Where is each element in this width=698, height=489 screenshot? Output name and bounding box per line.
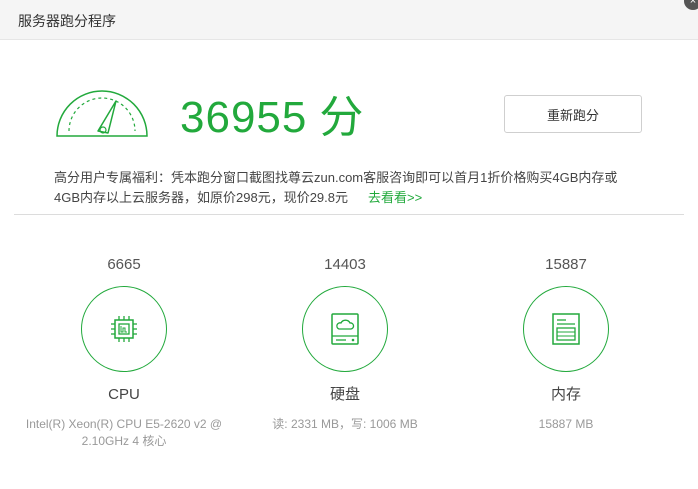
promo-line-2-text: 4GB内存以上云服务器，如原价298元，现价29.8元 bbox=[54, 190, 349, 205]
total-score-unit: 分 bbox=[319, 93, 365, 142]
total-score-value: 36955 bbox=[180, 93, 308, 142]
promo-line-1: 高分用户专属福利：凭本跑分窗口截图找尊云zun.com客服咨询即可以首月1折价格… bbox=[54, 170, 618, 185]
title-bar: 服务器跑分程序 × bbox=[0, 0, 698, 40]
metric-name: 内存 bbox=[550, 386, 581, 403]
divider bbox=[14, 214, 684, 215]
cpu-icon bbox=[111, 316, 137, 342]
promo-line-2: 4GB内存以上云服务器，如原价298元，现价29.8元 去看看>> bbox=[54, 188, 674, 208]
total-score: 36955 分 bbox=[180, 92, 364, 144]
metric-icon-circle bbox=[302, 286, 388, 372]
metric-detail: 读: 2331 MB，写: 1006 MB bbox=[272, 417, 418, 431]
metric-cpu: 6665 CPU Intel(R) Xeon(R) CPU E5-2620 v2… bbox=[24, 254, 224, 450]
close-button[interactable]: × bbox=[684, 0, 698, 10]
metric-icon-circle bbox=[81, 286, 167, 372]
metric-name: 硬盘 bbox=[329, 386, 360, 403]
window-title: 服务器跑分程序 bbox=[18, 13, 116, 29]
metric-name: CPU bbox=[108, 386, 140, 403]
memory-icon bbox=[552, 313, 580, 345]
metric-score: 6665 bbox=[107, 256, 141, 273]
promo-notice: 高分用户专属福利：凭本跑分窗口截图找尊云zun.com客服咨询即可以首月1折价格… bbox=[54, 168, 674, 208]
metric-disk: 14403 硬盘 读: 2331 MB，写: 1006 MB bbox=[245, 254, 445, 433]
hard-disk-cloud-icon bbox=[331, 313, 359, 345]
rerun-benchmark-button[interactable]: 重新跑分 bbox=[504, 95, 642, 133]
metric-detail: Intel(R) Xeon(R) CPU E5-2620 v2 @ 2.10GH… bbox=[25, 417, 223, 448]
metric-icon-circle bbox=[523, 286, 609, 372]
metric-score: 15887 bbox=[545, 256, 587, 273]
metric-detail: 15887 MB bbox=[538, 417, 594, 431]
promo-link[interactable]: 去看看>> bbox=[368, 190, 422, 205]
metric-score: 14403 bbox=[324, 256, 366, 273]
metric-memory: 15887 内存 15887 MB bbox=[466, 254, 666, 433]
speedometer-icon bbox=[56, 90, 148, 137]
